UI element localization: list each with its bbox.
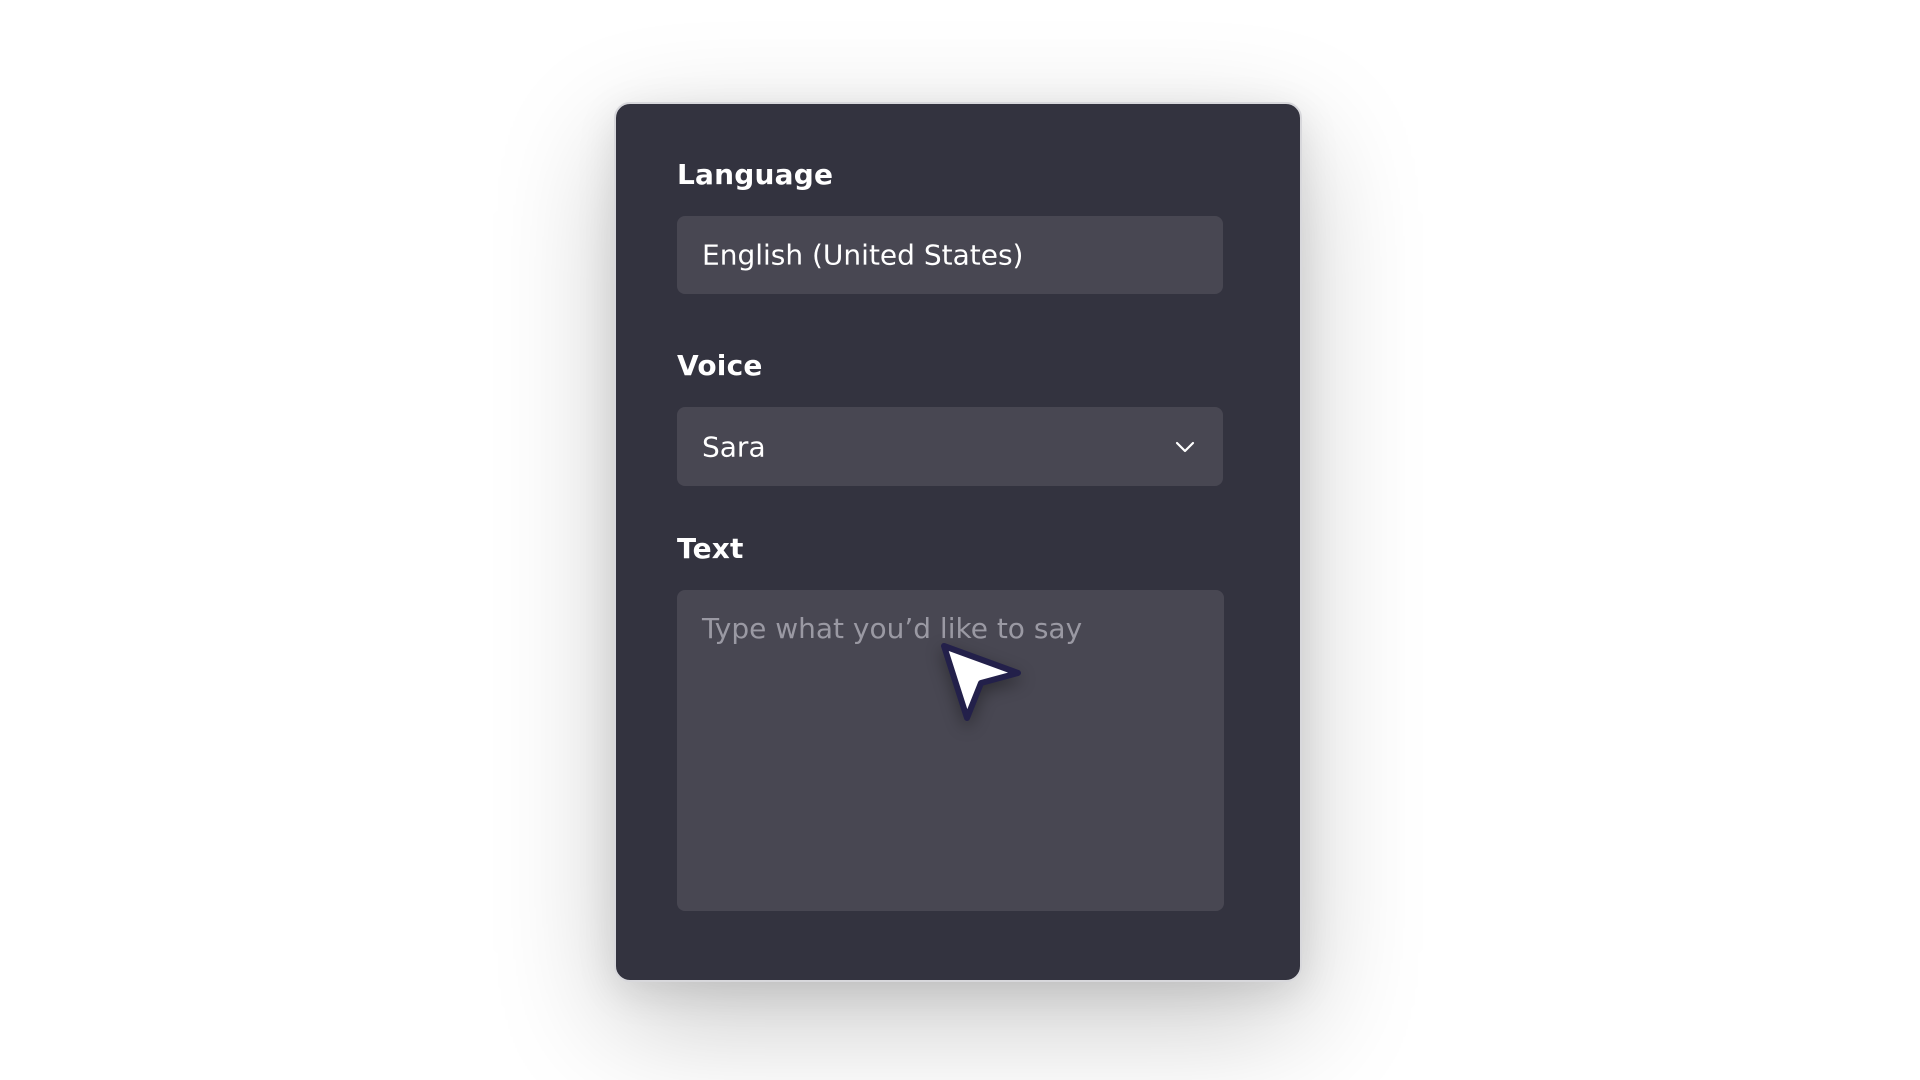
language-field[interactable]: English (United States) <box>677 216 1223 294</box>
text-label: Text <box>677 532 744 565</box>
text-placeholder: Type what you’d like to say <box>702 612 1083 645</box>
screen: Language English (United States) Voice S… <box>0 0 1920 1080</box>
voice-dropdown[interactable]: Sara <box>677 407 1223 486</box>
text-input-area[interactable]: Type what you’d like to say <box>677 590 1224 911</box>
chevron-down-icon <box>1175 441 1195 452</box>
voice-label: Voice <box>677 349 763 382</box>
language-value: English (United States) <box>702 238 1024 272</box>
language-label: Language <box>677 158 834 191</box>
text-to-speech-panel: Language English (United States) Voice S… <box>614 102 1302 982</box>
voice-value: Sara <box>702 430 766 463</box>
